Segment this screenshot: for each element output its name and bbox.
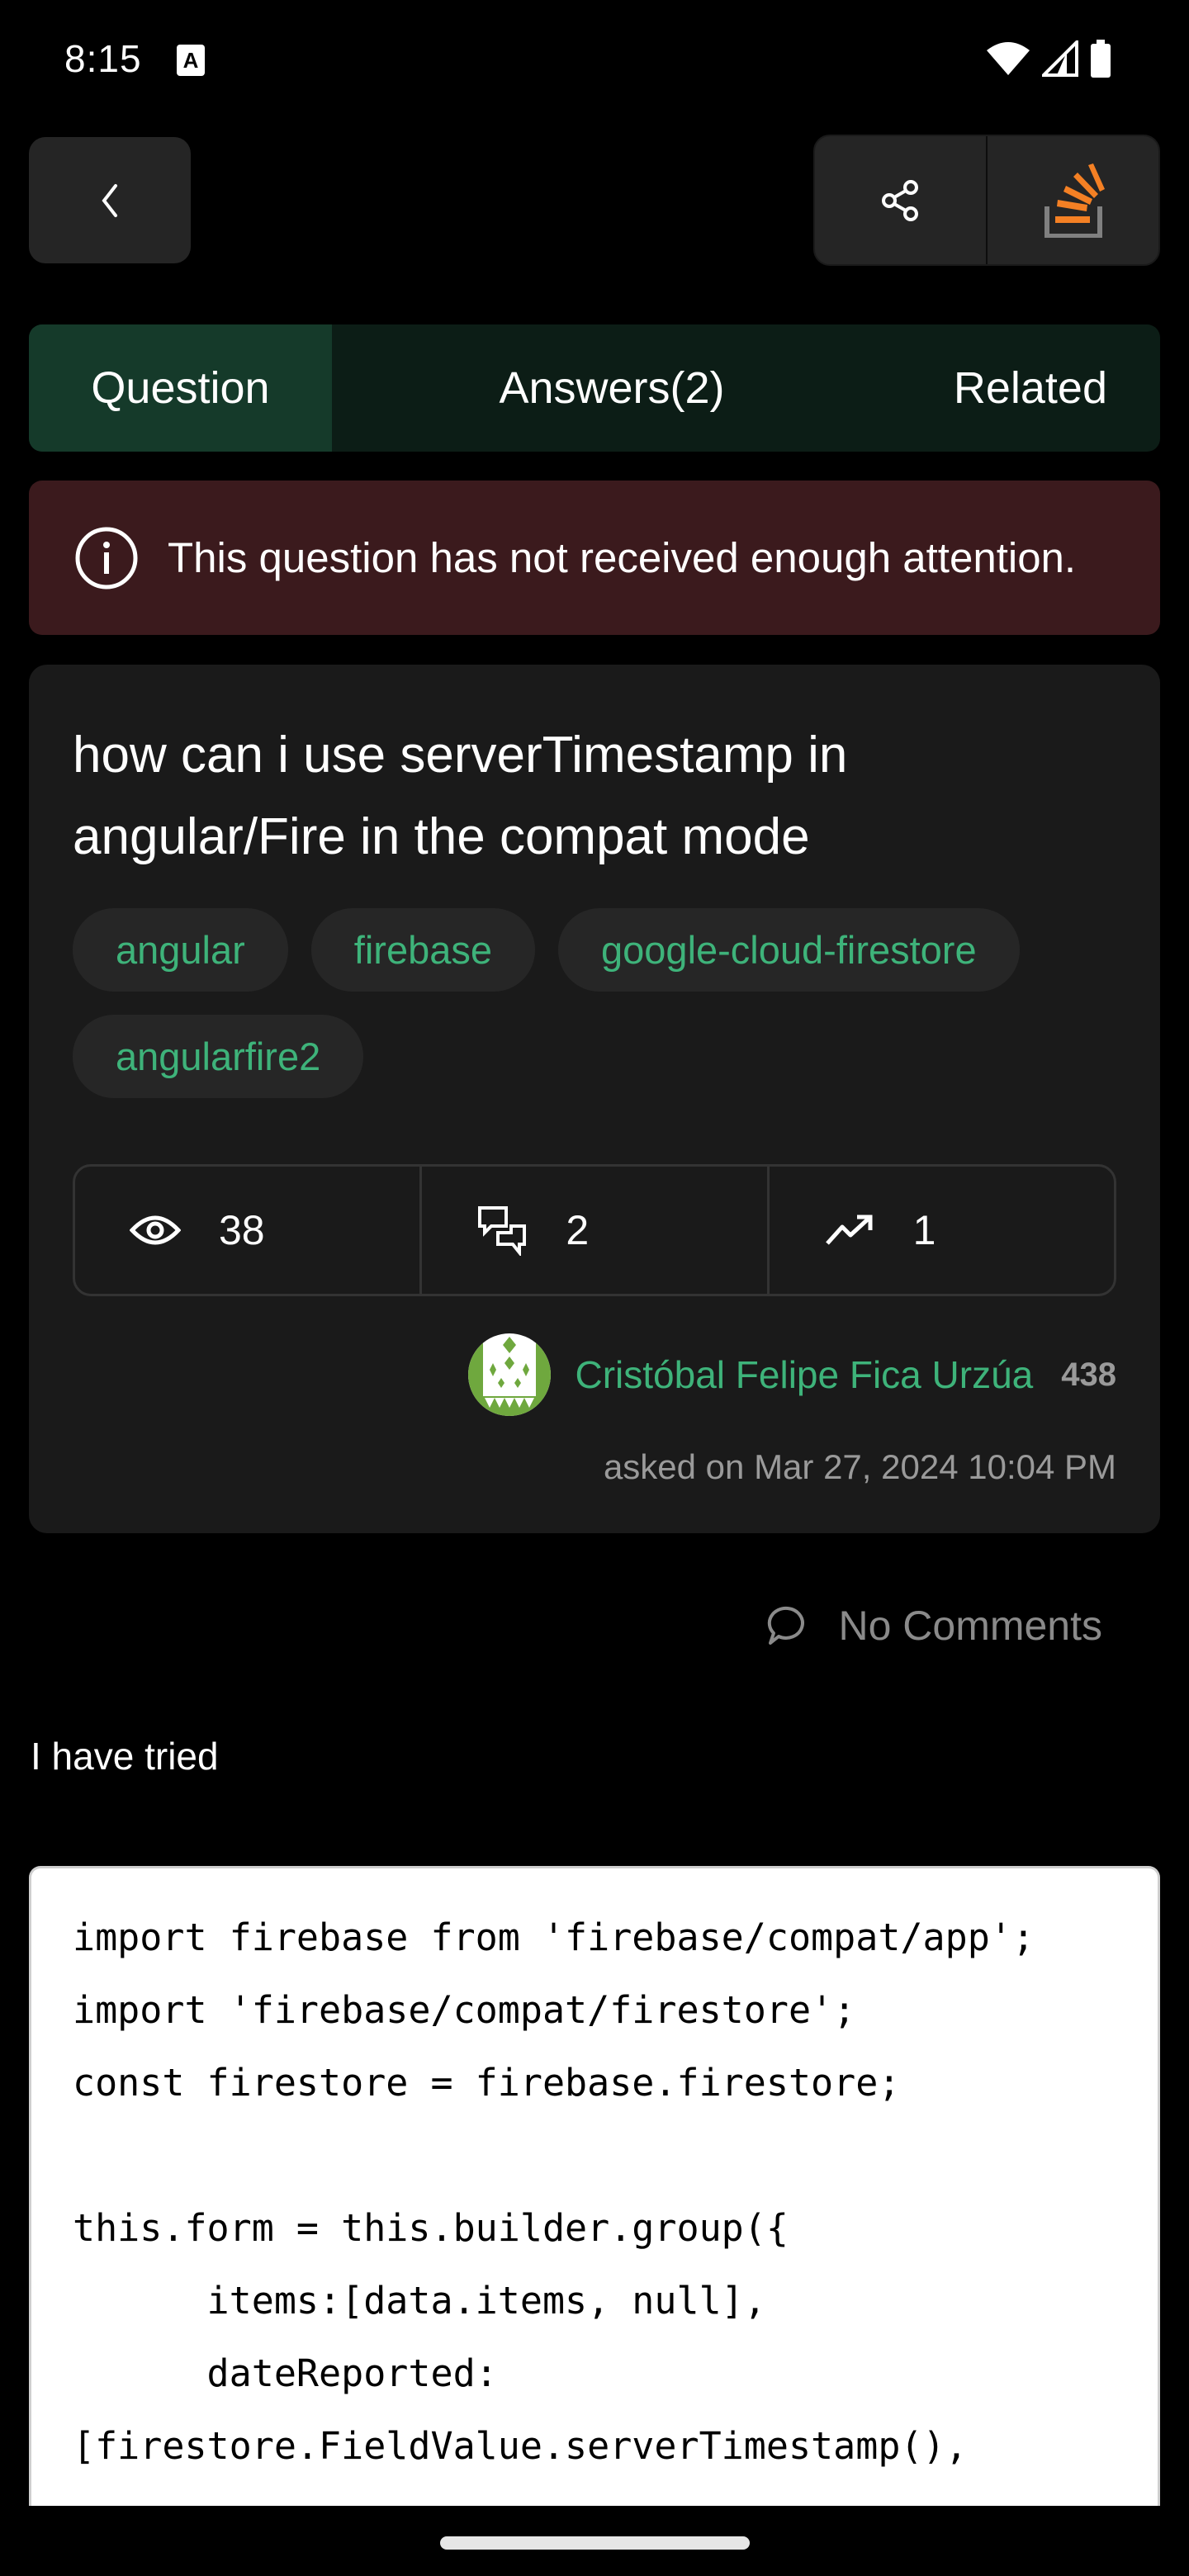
open-stackoverflow-button[interactable] (986, 136, 1158, 264)
stackoverflow-logo (1044, 163, 1105, 238)
attention-notice: This question has not received enough at… (29, 481, 1160, 635)
status-time: 8:15 (64, 37, 142, 80)
info-icon (75, 527, 138, 589)
score-count: 1 (912, 1207, 936, 1253)
share-button[interactable] (815, 136, 986, 264)
question-card: how can i use serverTimestamp in angular… (29, 665, 1160, 1533)
tab-related[interactable]: Related (892, 324, 1160, 452)
code-content: import firebase from 'firebase/compat/ap… (73, 1915, 1035, 2468)
chevron-left-icon (102, 183, 117, 217)
back-button[interactable] (29, 137, 191, 263)
comments-button[interactable]: No Comments (767, 1602, 1102, 1650)
comment-icon (768, 1606, 805, 1645)
notification-icon: A (177, 45, 205, 76)
status-bar: 8:15 A (0, 0, 1189, 124)
status-icons (986, 40, 1111, 78)
action-button-group (813, 135, 1160, 266)
author-row[interactable]: Cristóbal Felipe Fica Urzúa 438 (467, 1333, 1116, 1416)
avatar[interactable] (467, 1333, 551, 1416)
author-reputation: 438 (1061, 1356, 1116, 1393)
answers-icon (478, 1206, 527, 1256)
asked-date: asked on Mar 27, 2024 10:04 PM (603, 1447, 1116, 1486)
wifi-icon (987, 42, 1030, 75)
tag-chip[interactable]: firebase (310, 908, 536, 992)
tag-chip[interactable]: google-cloud-firestore (558, 908, 1020, 992)
battery-icon (1091, 40, 1111, 78)
notice-text: This question has not received enough at… (168, 534, 1077, 581)
answers-stat: 2 (419, 1167, 766, 1294)
tag-list: angular firebase google-cloud-firestore … (73, 908, 1130, 1098)
tab-question[interactable]: Question (29, 324, 332, 452)
question-body-text: I have tried (31, 1735, 219, 1778)
home-indicator[interactable] (440, 2536, 750, 2550)
views-count: 38 (219, 1207, 265, 1253)
score-stat: 1 (766, 1167, 1114, 1294)
tag-chip[interactable]: angularfire2 (73, 1015, 364, 1098)
tag-chip[interactable]: angular (73, 908, 288, 992)
author-name[interactable]: Cristóbal Felipe Fica Urzúa (576, 1352, 1034, 1397)
trending-up-icon (825, 1215, 873, 1245)
signal-icon (1042, 40, 1078, 77)
share-icon (881, 179, 918, 221)
comments-label: No Comments (838, 1603, 1102, 1649)
answers-count: 2 (566, 1207, 590, 1253)
views-stat: 38 (75, 1167, 419, 1294)
eye-icon (130, 1215, 181, 1245)
tab-answers[interactable]: Answers(2) (332, 324, 892, 452)
tab-bar: Question Answers(2) Related (29, 324, 1160, 452)
stats-row: 38 2 1 (73, 1164, 1116, 1296)
question-title: how can i use serverTimestamp in angular… (73, 727, 848, 865)
code-block: import firebase from 'firebase/compat/ap… (29, 1866, 1160, 2576)
